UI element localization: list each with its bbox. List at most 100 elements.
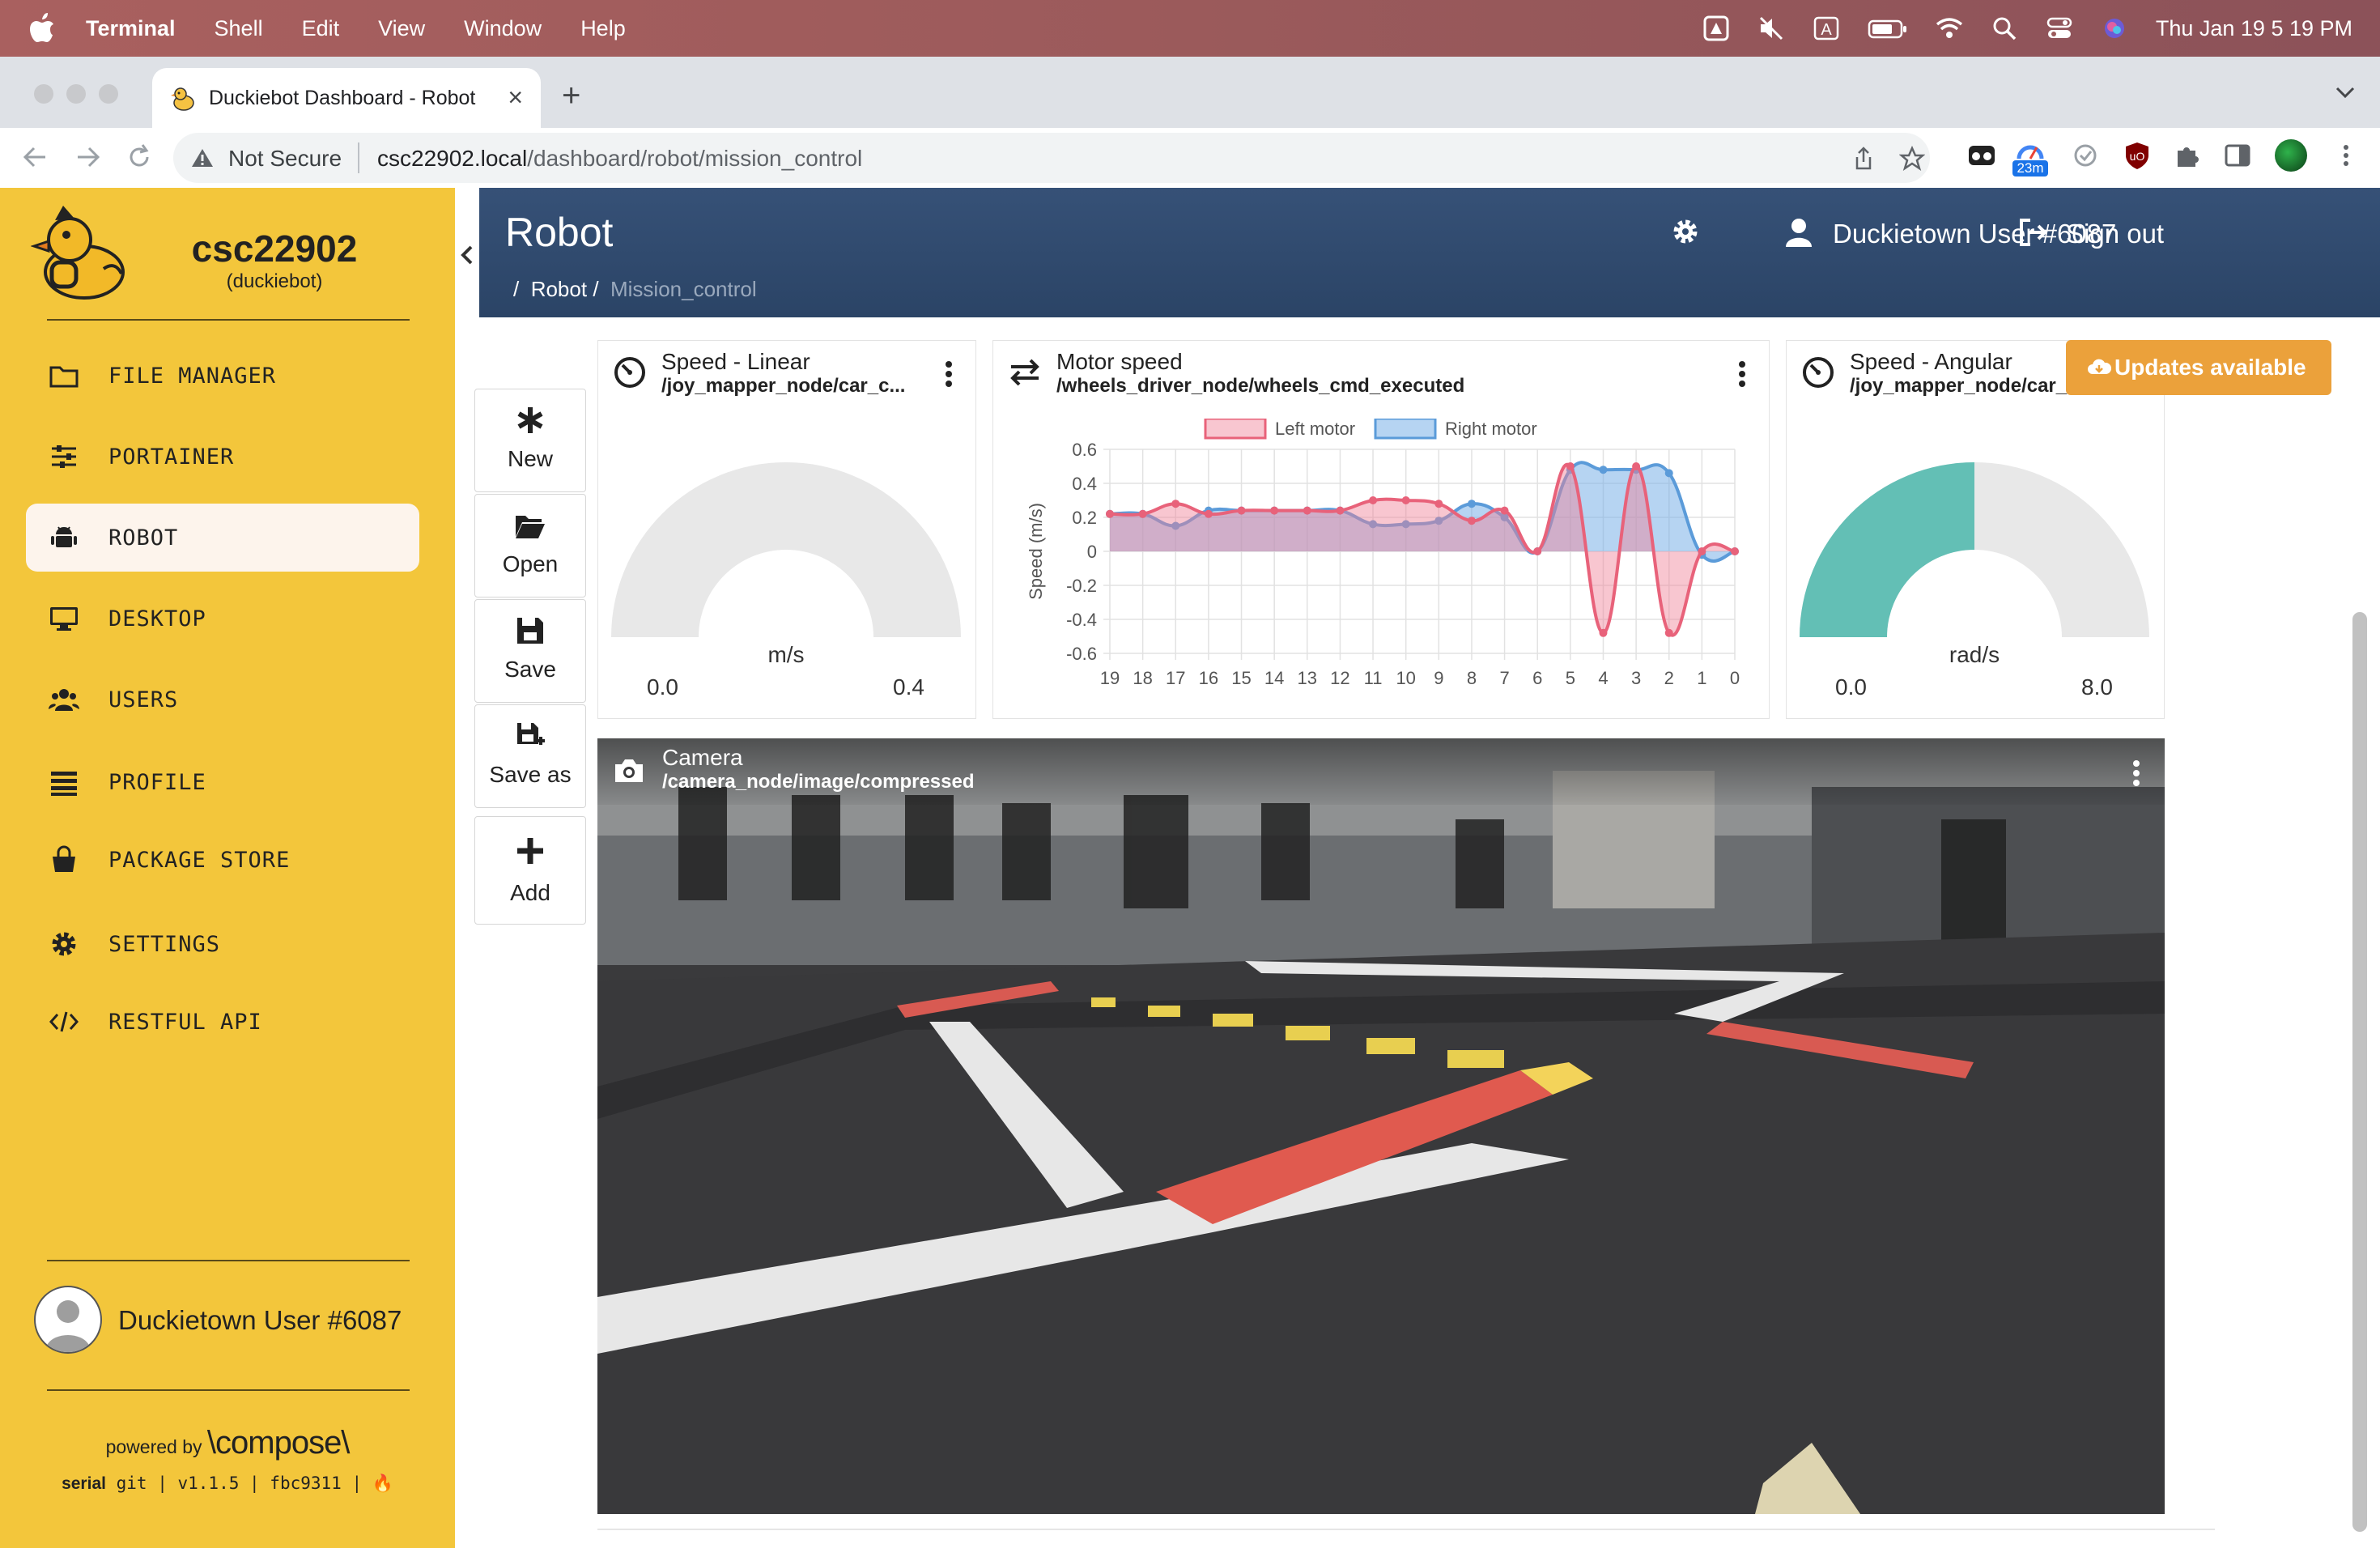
data-point	[1401, 496, 1410, 504]
glasses-extension-icon[interactable]	[1966, 139, 1998, 172]
page-header: Robot / Robot / Mission_control Duckieto…	[479, 188, 2380, 317]
widget-menu-icon[interactable]	[945, 360, 953, 388]
back-arrow-icon[interactable]	[19, 141, 52, 173]
battery-icon[interactable]	[1868, 15, 1908, 42]
window-close-button[interactable]	[34, 84, 53, 104]
reload-icon[interactable]	[123, 141, 155, 173]
widget-menu-icon[interactable]	[2132, 759, 2140, 787]
siri-icon[interactable]	[2101, 15, 2128, 42]
sidebar-item-settings[interactable]: SETTINGS	[26, 910, 419, 978]
menu-edit[interactable]: Edit	[302, 16, 340, 41]
data-point	[1664, 469, 1673, 478]
data-point	[1171, 500, 1180, 508]
browser-tab[interactable]: Duckiebot Dashboard - Robot ×	[152, 68, 541, 128]
legend-label: Right motor	[1445, 419, 1537, 439]
tab-search-chevron-icon[interactable]	[2335, 84, 2356, 100]
address-bar[interactable]: Not Secure csc22902.local/dashboard/robo…	[173, 133, 1930, 183]
new-button-label: New	[507, 446, 553, 471]
gauge-track	[611, 462, 961, 637]
breadcrumb-robot[interactable]: Robot	[531, 277, 587, 301]
robot-hostname: csc22902	[191, 228, 358, 270]
wifi-icon[interactable]	[1936, 15, 1963, 42]
window-minimize-button[interactable]	[66, 84, 86, 104]
sidebar-item-file-manager[interactable]: FILE MANAGER	[26, 342, 419, 410]
open-button[interactable]: Open	[474, 494, 586, 598]
control-center-icon[interactable]	[2046, 15, 2073, 42]
sidebar-item-package-store[interactable]: PACKAGE STORE	[26, 826, 419, 894]
data-point	[1369, 496, 1378, 504]
user-avatar[interactable]	[34, 1286, 102, 1354]
extensions-puzzle-icon[interactable]	[2171, 139, 2204, 172]
floppy-disk-icon	[517, 618, 543, 644]
x-tick-label: 8	[1467, 668, 1477, 688]
speed-linear-gauge	[611, 462, 961, 637]
save-as-button[interactable]: Save as	[474, 704, 586, 808]
gauge-fill	[1800, 462, 1974, 637]
profile-avatar[interactable]	[2275, 139, 2307, 172]
breadcrumb-separator: /	[593, 277, 599, 301]
sidebar-collapse-handle[interactable]	[455, 188, 480, 317]
data-point	[1336, 506, 1345, 515]
share-icon[interactable]	[1851, 146, 1876, 172]
warning-triangle-icon[interactable]	[191, 147, 214, 168]
spotlight-search-icon[interactable]	[1991, 15, 2018, 42]
ublock-shield-icon[interactable]: uO	[2121, 139, 2153, 172]
check-circle-extension-icon[interactable]	[2069, 139, 2102, 172]
motor-speed-chart: 0.60.40.20-0.2-0.4-0.619 18 17 16 15 14 13 12 11…	[1026, 419, 1740, 688]
data-point	[1106, 509, 1114, 518]
menu-shell[interactable]: Shell	[215, 16, 263, 41]
sidebar-item-portainer[interactable]: PORTAINER	[26, 423, 419, 491]
url-text[interactable]: csc22902.local/dashboard/robot/mission_c…	[377, 146, 862, 172]
compose-brand[interactable]: \compose\	[207, 1425, 351, 1461]
sidebar-item-users[interactable]: USERS	[26, 666, 419, 734]
window-zoom-button[interactable]	[99, 84, 118, 104]
input-source-icon[interactable]: A	[1813, 15, 1840, 42]
x-tick-label: 12	[1330, 668, 1349, 688]
bookmark-star-icon[interactable]	[1899, 146, 1925, 172]
sidebar-user-name[interactable]: Duckietown User #6087	[118, 1305, 402, 1336]
widget-menu-icon[interactable]	[1738, 360, 1746, 388]
sidebar-item-label: PACKAGE STORE	[108, 848, 291, 873]
sidebar: csc22902 (duckiebot) FILE MANAGER PORTAI…	[0, 188, 455, 1548]
version-footer: serial git | v1.1.5 | fbc9311 | 🔥	[62, 1474, 393, 1493]
side-panel-icon[interactable]	[2221, 139, 2254, 172]
data-point	[1434, 500, 1443, 508]
extension-badge: 23m	[2012, 160, 2048, 176]
menu-app-terminal[interactable]: Terminal	[86, 16, 176, 41]
security-status[interactable]: Not Secure	[228, 146, 342, 172]
data-point	[1204, 509, 1213, 518]
sidebar-item-profile[interactable]: PROFILE	[26, 748, 419, 816]
x-tick-label: 18	[1133, 668, 1152, 688]
camera-feed-image	[597, 738, 2165, 1514]
forward-arrow-icon[interactable]	[71, 141, 104, 173]
data-point	[1467, 517, 1476, 525]
scrollbar-thumb[interactable]	[2352, 612, 2367, 1532]
save-button[interactable]: Save	[474, 599, 586, 703]
new-tab-icon[interactable]: +	[562, 78, 580, 114]
menu-window[interactable]: Window	[464, 16, 542, 41]
y-tick-label: -0.4	[1066, 610, 1097, 630]
user-icon	[1786, 219, 1812, 247]
browser-menu-icon[interactable]	[2330, 139, 2362, 172]
updates-available-button[interactable]: Updates available	[2066, 340, 2331, 395]
gear-icon	[52, 932, 76, 956]
muted-speaker-icon[interactable]	[1757, 15, 1785, 42]
menu-view[interactable]: View	[378, 16, 425, 41]
timer-extension-button[interactable]: 23m	[2012, 138, 2048, 178]
new-button[interactable]: New	[474, 389, 586, 492]
add-button[interactable]: Add	[474, 816, 586, 925]
apple-icon[interactable]	[29, 13, 55, 44]
gauge-min: 0.0	[1835, 674, 1867, 700]
flame-icon: 🔥	[372, 1474, 393, 1493]
settings-gear-icon[interactable]	[1671, 217, 1700, 246]
menu-help[interactable]: Help	[580, 16, 626, 41]
sidebar-item-desktop[interactable]: DESKTOP	[26, 585, 419, 653]
drive-icon[interactable]	[1702, 15, 1730, 42]
sign-out-button[interactable]: Sign out	[2066, 219, 2164, 249]
widget-topic: /joy_mapper_node/car_c...	[661, 375, 906, 397]
menubar-clock[interactable]: Thu Jan 19 5 19 PM	[2156, 16, 2352, 41]
sidebar-item-robot[interactable]: ROBOT	[26, 504, 419, 572]
sidebar-item-restful-api[interactable]: RESTFUL API	[26, 988, 419, 1056]
tab-close-icon[interactable]: ×	[508, 83, 523, 113]
content-divider	[597, 1529, 2215, 1530]
